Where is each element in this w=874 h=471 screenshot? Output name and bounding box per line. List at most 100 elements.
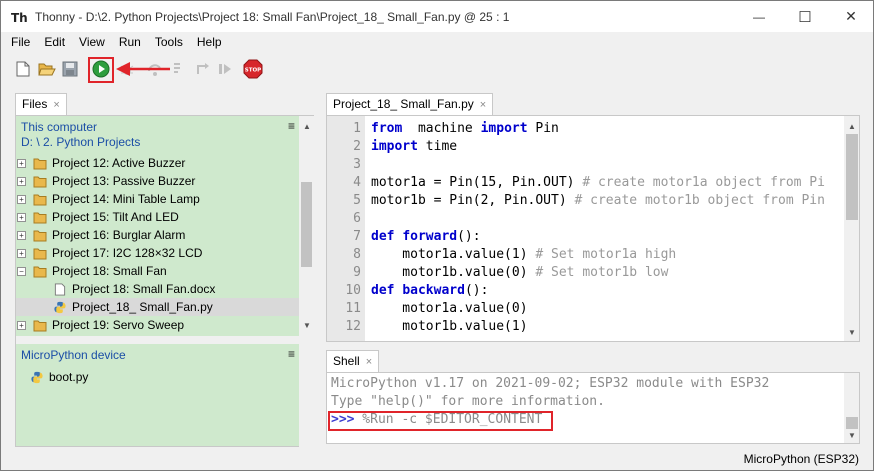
python-file-icon bbox=[54, 301, 66, 313]
file-tree-label: Project_18_ Small_Fan.py bbox=[72, 300, 213, 314]
shell-panel[interactable]: MicroPython v1.17 on 2021-09-02; ESP32 m… bbox=[326, 372, 860, 444]
line-number: 8 bbox=[353, 247, 361, 262]
file-tree-row[interactable]: − Project 18: Small Fan bbox=[16, 262, 299, 280]
editor-tab-label: Project_18_ Small_Fan.py bbox=[333, 97, 474, 111]
expand-toggle-icon[interactable]: − bbox=[17, 266, 26, 276]
close-tab-icon[interactable]: × bbox=[366, 356, 372, 368]
tab-shell[interactable]: Shell × bbox=[326, 350, 380, 373]
file-tree-row[interactable]: + Project 13: Passive Buzzer bbox=[16, 172, 299, 190]
tab-files-label: Files bbox=[22, 97, 48, 111]
expand-toggle-icon[interactable]: + bbox=[17, 176, 26, 186]
line-number: 9 bbox=[353, 265, 361, 280]
file-tree-row[interactable]: + Project 14: Mini Table Lamp bbox=[16, 190, 299, 208]
minimize-button[interactable]: — bbox=[736, 1, 782, 32]
file-tree-label: Project 15: Tilt And LED bbox=[52, 210, 179, 224]
menu-view[interactable]: View bbox=[72, 32, 112, 52]
tab-files[interactable]: Files × bbox=[15, 93, 67, 116]
menu-file[interactable]: File bbox=[4, 32, 37, 52]
new-file-button[interactable] bbox=[13, 59, 33, 79]
code-line[interactable]: motor1b = Pin(2, Pin.OUT) # create motor… bbox=[371, 193, 825, 208]
code-editor[interactable]: 1 2 3 4 5 6 7 8 9 10 11 12 from machine import Pin i… bbox=[326, 115, 860, 342]
close-tab-icon[interactable]: × bbox=[53, 99, 59, 111]
close-tab-icon[interactable]: × bbox=[480, 99, 486, 111]
code-line[interactable]: from machine import Pin bbox=[371, 121, 559, 136]
code-line[interactable]: import time bbox=[371, 139, 457, 154]
open-folder-icon bbox=[38, 63, 56, 76]
panel-menu-icon[interactable]: ≡ bbox=[288, 119, 295, 134]
file-tree-label: Project 14: Mini Table Lamp bbox=[52, 192, 200, 206]
line-number: 1 bbox=[353, 121, 361, 136]
tab-editor-file[interactable]: Project_18_ Small_Fan.py × bbox=[326, 93, 494, 116]
code-token: motor1a.value(0) bbox=[371, 301, 528, 316]
device-file-row[interactable]: boot.py bbox=[16, 368, 299, 386]
expand-toggle-icon[interactable]: + bbox=[17, 320, 26, 330]
code-line[interactable]: def forward(): bbox=[371, 229, 481, 244]
code-token: backward bbox=[402, 283, 465, 298]
file-tree-scrollbar[interactable]: ▲ ▼ bbox=[299, 116, 314, 336]
code-token: (): bbox=[457, 229, 481, 244]
folder-icon bbox=[33, 266, 47, 277]
expand-toggle-icon[interactable]: + bbox=[17, 194, 26, 204]
code-line[interactable]: def backward(): bbox=[371, 283, 488, 298]
svg-text:STOP: STOP bbox=[245, 68, 261, 74]
device-scrollbar[interactable] bbox=[299, 344, 314, 447]
red-arrow-annotation bbox=[116, 62, 170, 76]
interpreter-status[interactable]: MicroPython (ESP32) bbox=[744, 452, 859, 466]
menu-run[interactable]: Run bbox=[112, 32, 148, 52]
file-tree-label: Project 13: Passive Buzzer bbox=[52, 174, 196, 188]
file-tree-row[interactable]: Project_18_ Small_Fan.py bbox=[16, 298, 299, 316]
scroll-thumb[interactable] bbox=[301, 182, 312, 267]
file-tree-row[interactable]: + Project 19: Servo Sweep bbox=[16, 316, 299, 334]
code-line[interactable]: motor1a.value(1) # Set motor1a high bbox=[371, 247, 676, 262]
expand-toggle-icon[interactable]: + bbox=[17, 212, 26, 222]
folder-icon bbox=[33, 158, 47, 169]
maximize-button[interactable]: ☐ bbox=[782, 1, 828, 32]
panel-divider[interactable] bbox=[16, 336, 314, 344]
file-tree-row[interactable]: Project 18: Small Fan.docx bbox=[16, 280, 299, 298]
close-button[interactable]: ✕ bbox=[828, 1, 873, 32]
svg-text:Th: Th bbox=[11, 11, 27, 25]
file-tree: + Project 12: Active Buzzer + Project 13: P… bbox=[16, 154, 299, 336]
file-tree-row[interactable]: + Project 12: Active Buzzer bbox=[16, 154, 299, 172]
save-button[interactable] bbox=[60, 59, 80, 79]
code-line[interactable]: motor1b.value(1) bbox=[371, 319, 527, 334]
resume-button[interactable] bbox=[215, 59, 235, 79]
title-bar: Th Thonny - D:\2. Python Projects\Projec… bbox=[1, 1, 873, 32]
current-path[interactable]: D: \ 2. Python Projects bbox=[21, 135, 299, 150]
device-menu-icon[interactable]: ≡ bbox=[288, 347, 295, 361]
step-out-button[interactable] bbox=[193, 59, 213, 79]
editor-scroll-thumb[interactable] bbox=[846, 134, 858, 220]
expand-toggle-icon[interactable]: + bbox=[17, 158, 26, 168]
code-line[interactable]: motor1b.value(0) # Set motor1b low bbox=[371, 265, 668, 280]
editor-tabstrip: Project_18_ Small_Fan.py × bbox=[326, 93, 860, 116]
code-token: machine bbox=[402, 121, 481, 136]
device-file-label: boot.py bbox=[49, 370, 89, 384]
menu-edit[interactable]: Edit bbox=[37, 32, 72, 52]
line-number: 10 bbox=[345, 283, 361, 298]
file-tree-row[interactable]: + Project 15: Tilt And LED bbox=[16, 208, 299, 226]
file-tree-label: Project 16: Burglar Alarm bbox=[52, 228, 186, 242]
menu-help[interactable]: Help bbox=[190, 32, 229, 52]
shell-banner-line: MicroPython v1.17 on 2021-09-02; ESP32 m… bbox=[331, 376, 770, 391]
step-into-button[interactable] bbox=[169, 59, 189, 79]
line-number: 2 bbox=[353, 139, 361, 154]
file-tree-row[interactable]: + Project 16: Burglar Alarm bbox=[16, 226, 299, 244]
expand-toggle-icon[interactable]: + bbox=[17, 230, 26, 240]
editor-scrollbar[interactable]: ▲ ▼ bbox=[844, 116, 859, 341]
expand-toggle-icon[interactable]: + bbox=[17, 248, 26, 258]
code-token: motor1b = Pin(2, Pin.OUT) bbox=[371, 193, 575, 208]
step-into-icon bbox=[174, 63, 180, 73]
shell-scrollbar[interactable]: ▼ bbox=[844, 373, 859, 443]
code-line[interactable]: motor1a = Pin(15, Pin.OUT) # create moto… bbox=[371, 175, 825, 190]
line-number: 7 bbox=[353, 229, 361, 244]
stop-button[interactable]: STOP bbox=[243, 59, 263, 79]
open-file-button[interactable] bbox=[37, 59, 57, 79]
menu-tools[interactable]: Tools bbox=[148, 32, 190, 52]
code-line[interactable]: motor1a.value(0) bbox=[371, 301, 528, 316]
file-tree-row[interactable]: + Project 17: I2C 128×32 LCD bbox=[16, 244, 299, 262]
code-token: def bbox=[371, 283, 395, 298]
this-computer-header: This computer D: \ 2. Python Projects ≡ bbox=[16, 116, 299, 154]
window-title: Thonny - D:\2. Python Projects\Project 1… bbox=[35, 10, 510, 24]
resume-icon bbox=[219, 64, 231, 74]
files-tabstrip: Files × bbox=[15, 93, 314, 116]
